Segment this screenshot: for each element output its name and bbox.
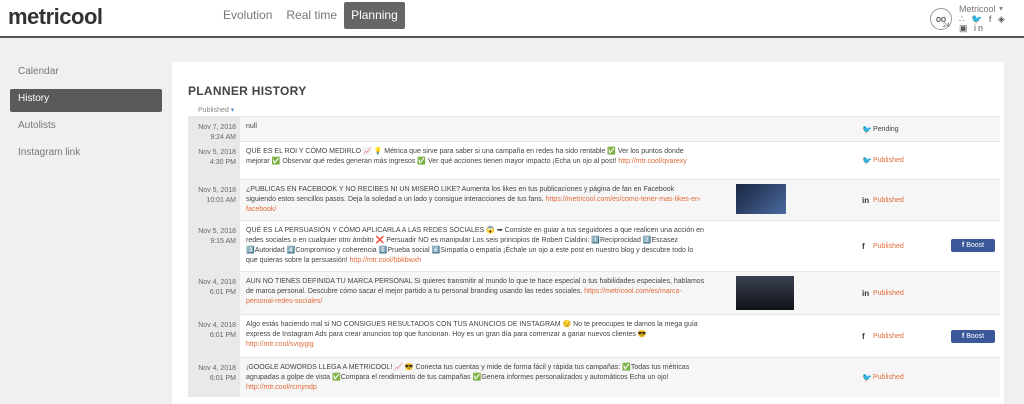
post-image-thumbnail[interactable] — [736, 276, 794, 310]
post-text: ¡GOOGLE ADWORDS LLEGA A METRICOOL! 📈 😎 C… — [246, 364, 690, 391]
row-date: Nov 5, 2018 4:30 PM — [188, 142, 240, 179]
sidebar-item-calendar[interactable]: Calendar — [10, 62, 162, 85]
sort-caret-icon[interactable]: ▾ — [231, 107, 235, 114]
linkedin-icon: in — [862, 288, 870, 298]
planner-history-panel: PLANNER HISTORY Published ▾ Nov 7, 2018 9… — [172, 62, 1004, 404]
post-link[interactable]: http://mtr.cool/rcmjmdp — [246, 384, 317, 391]
facebook-icon: f — [961, 242, 965, 249]
post-status: in Published — [862, 288, 904, 298]
facebook-icon: f — [862, 241, 865, 251]
linkedin-icon: in — [862, 195, 870, 205]
row-date: Nov 5, 2018 9:15 AM — [188, 221, 240, 271]
row-date: Nov 4, 2018 6:01 PM — [188, 272, 240, 314]
row-date: Nov 7, 2018 9:24 AM — [188, 117, 240, 141]
row-date: Nov 4, 2018 6:01 PM — [188, 315, 240, 357]
nav-real-time[interactable]: Real time — [279, 2, 344, 29]
boost-button[interactable]: f Boost — [951, 239, 995, 252]
post-link[interactable]: http://mtr.cool/bbkbwxh — [350, 257, 422, 264]
chevron-down-icon[interactable]: ▾ — [999, 4, 1003, 13]
post-text: AUN NO TIENES DEFINIDA TU MARCA PERSONAL… — [246, 278, 705, 305]
post-link[interactable]: http://mtr.cool/svqygig — [246, 341, 314, 348]
table-row: Nov 4, 2018 6:01 PM AUN NO TIENES DEFINID… — [188, 271, 1000, 314]
table-row: Nov 5, 2018 9:15 AM QUÉ ES LA PERSUASIÓN … — [188, 220, 1000, 271]
page-title: PLANNER HISTORY — [188, 84, 307, 98]
table-row: Nov 7, 2018 9:24 AM null 🐦 Pending — [188, 116, 1000, 141]
post-status: 🐦 Published — [862, 156, 904, 165]
boost-button[interactable]: f Boost — [951, 330, 995, 343]
avatar-badge: 24 — [943, 23, 950, 29]
post-status: f Published — [862, 241, 904, 251]
sidebar: Calendar History Autolists Instagram lin… — [0, 62, 170, 170]
app-logo[interactable]: metricool — [8, 4, 103, 30]
table-row: Nov 4, 2018 6:01 PM ¡GOOGLE ADWORDS LLEGA… — [188, 357, 1000, 397]
post-text: null — [246, 123, 257, 130]
post-text: QUÉ ES LA PERSUASIÓN Y CÓMO APLICARLA A … — [246, 227, 704, 264]
avatar[interactable]: oo 24 — [930, 8, 952, 30]
table-row: Nov 5, 2018 10:01 AM ¿PUBLICAS EN FACEBOO… — [188, 179, 1000, 220]
twitter-icon: 🐦 — [862, 156, 872, 165]
post-text: ¿PUBLICAS EN FACEBOOK Y NO RECIBES NI UN… — [246, 186, 702, 213]
sidebar-item-instagram-link[interactable]: Instagram link — [10, 143, 162, 166]
post-text: QUÉ ES EL ROI Y CÓMO MEDIRLO 📈 💡 Métrica… — [246, 148, 687, 165]
sidebar-item-autolists[interactable]: Autolists — [10, 116, 162, 139]
table-row: Nov 4, 2018 6:01 PM Algo estás haciendo m… — [188, 314, 1000, 357]
account-name[interactable]: Metricool — [959, 4, 996, 14]
post-link[interactable]: http://mtr.cool/qvarexy — [618, 158, 686, 165]
post-status: f Published — [862, 331, 904, 341]
row-date: Nov 5, 2018 10:01 AM — [188, 180, 240, 220]
post-status: 🐦 Pending — [862, 124, 899, 134]
post-status: 🐦 Published — [862, 373, 904, 382]
social-network-icons: ∴ 🐦 f ◈ ▣ in — [959, 14, 1007, 33]
history-table: Nov 7, 2018 9:24 AM null 🐦 Pending Nov 5, … — [188, 116, 1000, 397]
row-date: Nov 4, 2018 6:01 PM — [188, 358, 240, 397]
published-column-header[interactable]: Published ▾ — [198, 106, 234, 114]
account-menu[interactable]: oo 24 Metricool ▾ ∴ 🐦 f ◈ ▣ in — [930, 4, 1024, 34]
nav-planning[interactable]: Planning — [344, 2, 405, 29]
facebook-icon: f — [961, 333, 965, 340]
twitter-icon: 🐦 — [862, 373, 872, 382]
facebook-icon: f — [862, 331, 865, 341]
main-nav: Evolution Real time Planning — [216, 2, 405, 29]
post-text: Algo estás haciendo mal si NO CONSIGUES … — [246, 321, 698, 348]
post-image-thumbnail[interactable] — [736, 184, 786, 214]
post-status: in Published — [862, 195, 904, 205]
table-row: Nov 5, 2018 4:30 PM QUÉ ES EL ROI Y CÓMO … — [188, 141, 1000, 179]
sidebar-item-history[interactable]: History — [10, 89, 162, 112]
twitter-icon: 🐦 — [862, 124, 872, 134]
nav-evolution[interactable]: Evolution — [216, 2, 279, 29]
top-bar: metricool Evolution Real time Planning o… — [0, 0, 1024, 38]
